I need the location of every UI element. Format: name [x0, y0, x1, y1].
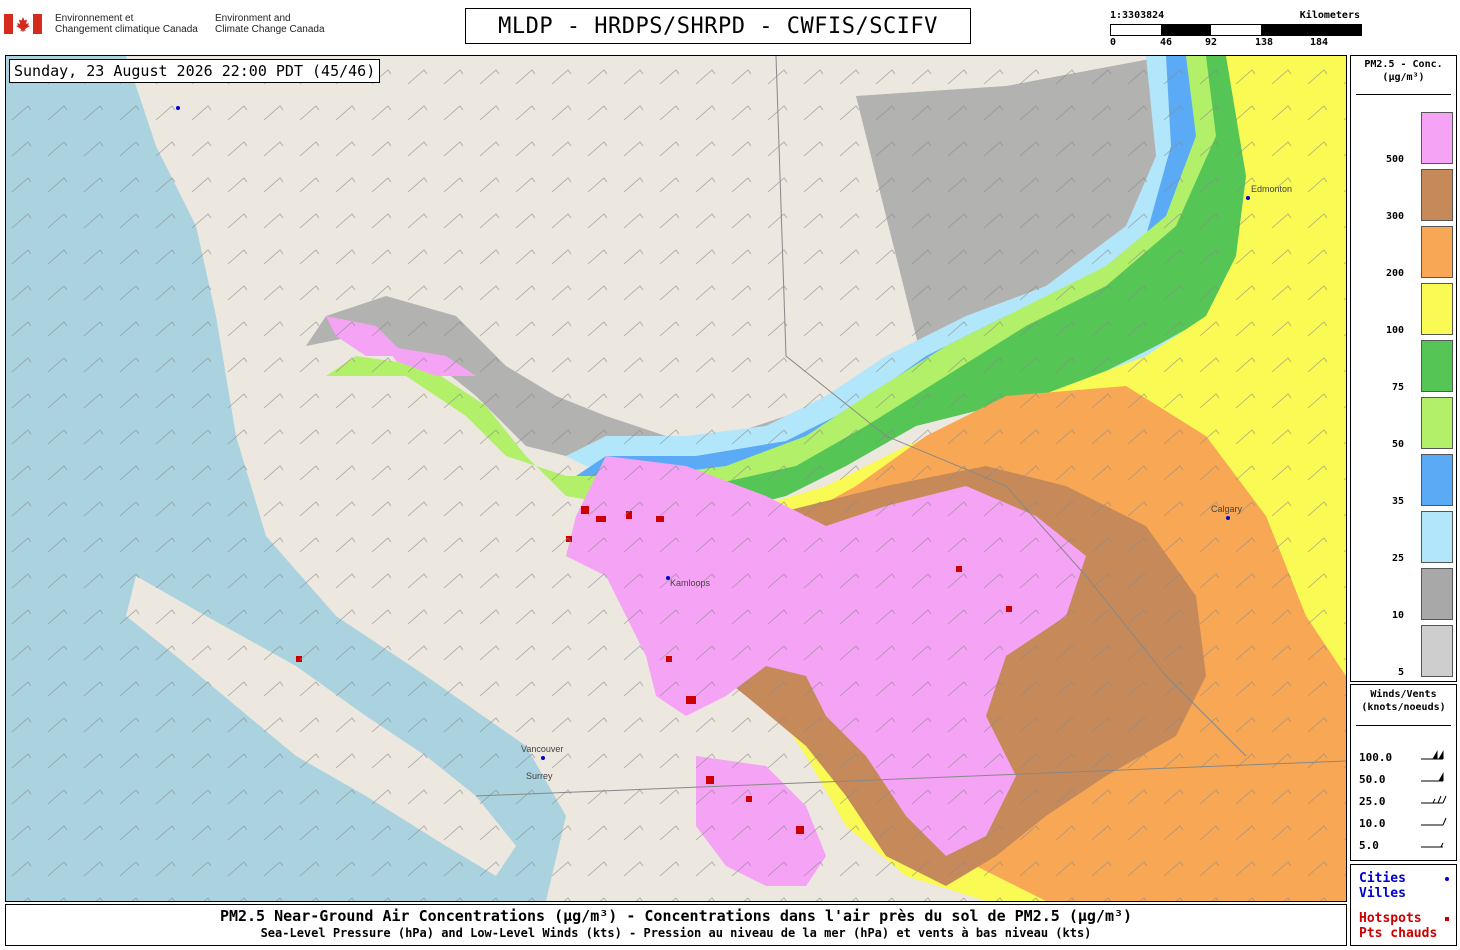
scale-tick-label: 0 [1110, 37, 1117, 48]
legend-swatch [1421, 568, 1453, 620]
legend-swatch [1421, 112, 1453, 164]
city-label: Vancouver [521, 744, 564, 754]
legend-swatch [1421, 226, 1453, 278]
canada-flag-icon [4, 14, 42, 34]
wind-speed-label: 5.0 [1359, 839, 1379, 852]
legend-swatch [1421, 340, 1453, 392]
legend-label: 75 [1391, 382, 1404, 393]
scale-bar: 1:3303824 Kilometers 0 46 92 138 184 [1110, 10, 1362, 50]
scale-tick-label: 138 [1255, 37, 1274, 48]
legend-swatch [1421, 283, 1453, 335]
legend-swatch [1421, 454, 1453, 506]
city-marker [1246, 196, 1250, 200]
scale-tick-label: 46 [1160, 37, 1173, 48]
marker-legend: Cities Villes Hotspots Pts chauds [1350, 864, 1457, 946]
city-dot-icon [1445, 877, 1449, 881]
city-label: Calgary [1211, 504, 1243, 514]
city-marker [176, 106, 180, 110]
scale-track [1110, 24, 1362, 36]
product-title: MLDP - HRDPS/SHRPD - CWFIS/SCIFV [465, 8, 971, 44]
city-marker [1226, 516, 1230, 520]
city-label: Edmonton [1251, 184, 1293, 194]
smoke-forecast-map[interactable]: Sunday, 23 August 2026 22:00 PDT (45/46)… [5, 55, 1347, 902]
legend-label: 300 [1385, 211, 1404, 222]
legend-label: 35 [1391, 496, 1404, 507]
legend-label: 100 [1385, 325, 1404, 336]
legend-label: 200 [1385, 268, 1404, 279]
wind-speed-label: 25.0 [1359, 795, 1386, 808]
city-label: Kamloops [670, 578, 711, 588]
city-marker [541, 756, 545, 760]
scale-tick-label: 92 [1205, 37, 1218, 48]
scale-ratio: 1:3303824 [1110, 10, 1165, 21]
legend-label: 25 [1391, 553, 1404, 564]
dept-name-fr: Environnement et Changement climatique C… [55, 13, 198, 35]
legend-label: 500 [1385, 154, 1404, 165]
wind-speed-label: 10.0 [1359, 817, 1386, 830]
map-caption: PM2.5 Near-Ground Air Concentrations (µg… [5, 904, 1347, 946]
city-label: Surrey [526, 771, 553, 781]
hotspot-square-icon [1445, 917, 1449, 921]
legend-swatch [1421, 169, 1453, 221]
legend-label: 10 [1391, 610, 1404, 621]
hotspots-key: Hotspots Pts chauds [1359, 911, 1438, 941]
forecast-datetime: Sunday, 23 August 2026 22:00 PDT (45/46) [9, 59, 381, 83]
legend-swatch [1421, 511, 1453, 563]
caption-line-1: PM2.5 Near-Ground Air Concentrations (µg… [219, 907, 1133, 925]
legend-label: 50 [1391, 439, 1404, 450]
dept-name-en: Environment and Climate Change Canada [215, 13, 325, 35]
legend-title: PM2.5 - Conc. (µg/m³) [1364, 59, 1443, 83]
legend-label: 5 [1397, 667, 1404, 678]
wind-speed-label: 100.0 [1359, 751, 1393, 764]
cities-key: Cities Villes [1359, 871, 1406, 901]
winds-legend: Winds/Vents (knots/noeuds) 100.0 50.0 25… [1350, 684, 1457, 861]
scale-unit: Kilometers [1299, 10, 1360, 21]
winds-legend-title: Winds/Vents (knots/noeuds) [1361, 689, 1446, 713]
wind-speed-label: 50.0 [1359, 773, 1386, 786]
eccc-logo: Environnement et Changement climatique C… [4, 10, 344, 40]
scale-tick-label: 184 [1310, 37, 1329, 48]
legend-swatch [1421, 625, 1453, 677]
pm25-legend: PM2.5 - Conc. (µg/m³) 500 300 200 100 75 50 35… [1350, 55, 1457, 682]
legend-swatch [1421, 397, 1453, 449]
wind-barb-icons [1421, 750, 1447, 848]
caption-line-2: Sea-Level Pressure (hPa) and Low-Level W… [260, 926, 1092, 940]
map-canvas[interactable] [6, 56, 1346, 901]
